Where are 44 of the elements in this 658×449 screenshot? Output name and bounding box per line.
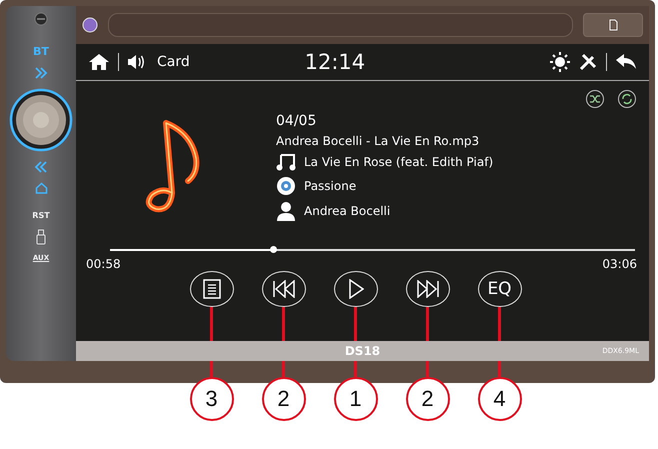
back-chevron-icon[interactable] [34, 161, 48, 173]
knob-icon[interactable] [9, 88, 73, 152]
person-icon [276, 201, 296, 221]
rst-label[interactable]: RST [32, 211, 50, 220]
round-button-icon[interactable] [82, 17, 98, 33]
file-name: Andrea Bocelli - La Vie En Ro.mp3 [276, 134, 480, 148]
callout-number: 2 [262, 377, 306, 421]
elapsed-time: 00:58 [86, 257, 121, 271]
source-label: Card [157, 54, 190, 70]
repeat-icon[interactable] [617, 89, 637, 109]
callout-number: 1 [334, 377, 378, 421]
forward-icon[interactable] [34, 67, 48, 79]
playlist-button[interactable] [190, 271, 234, 307]
play-icon [348, 279, 364, 299]
callout-number: 2 [406, 377, 450, 421]
brand-logo: DS18 [344, 344, 380, 358]
screw-icon [34, 12, 48, 26]
progress-thumb[interactable] [270, 246, 277, 253]
shuffle-icon[interactable] [585, 89, 605, 109]
equalizer-button[interactable]: EQ [478, 271, 522, 307]
sd-card-icon [608, 19, 618, 31]
album-name: Passione [304, 179, 356, 193]
disc-icon [276, 176, 296, 196]
track-number: 04/05 [276, 113, 318, 129]
previous-icon [272, 280, 296, 298]
next-icon [416, 280, 440, 298]
play-button[interactable] [334, 271, 378, 307]
home-icon[interactable] [88, 53, 110, 71]
volume-icon[interactable] [127, 54, 145, 70]
sd-card-slot-button[interactable] [583, 13, 643, 37]
list-icon [202, 279, 220, 299]
callout-number: 3 [190, 377, 234, 421]
song-title: La Vie En Rose (feat. Edith Piaf) [304, 155, 494, 169]
back-icon[interactable] [615, 53, 637, 71]
total-time: 03:06 [602, 257, 637, 271]
previous-button[interactable] [262, 271, 306, 307]
clock-time: 12:14 [304, 50, 366, 74]
artist-name: Andrea Bocelli [304, 204, 390, 218]
callout-number: 4 [478, 377, 522, 421]
music-note-icon [276, 153, 296, 171]
bt-label[interactable]: BT [33, 45, 49, 58]
usb-icon [36, 229, 46, 245]
next-button[interactable] [406, 271, 450, 307]
brightness-icon[interactable] [550, 52, 570, 72]
